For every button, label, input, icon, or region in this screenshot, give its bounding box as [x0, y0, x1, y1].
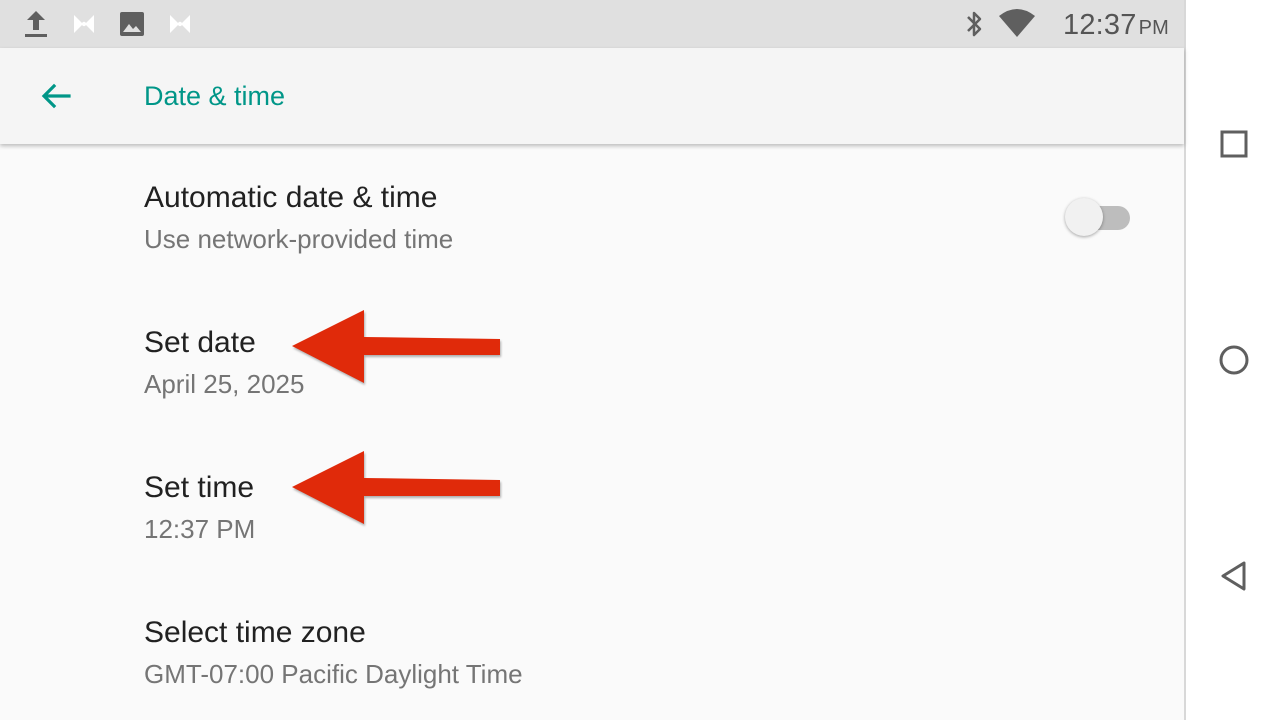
- setting-title: Select time zone: [144, 616, 366, 649]
- setting-title: Set date: [144, 326, 256, 359]
- setting-summary: Use network-provided time: [144, 224, 454, 254]
- wifi-icon: [999, 9, 1035, 37]
- setting-summary: 12:37 PM: [144, 514, 256, 544]
- annotation-arrow-set-date: [292, 310, 500, 383]
- overview-square-icon: [1220, 130, 1248, 158]
- automatic-date-time-switch[interactable]: [1062, 196, 1134, 236]
- setting-title: Automatic date & time: [144, 181, 438, 214]
- android-screen: 12:37 PM Date & time Automatic date & tim…: [0, 0, 1280, 720]
- status-bar: 12:37 PM: [0, 0, 1184, 48]
- navigation-bar: [1184, 0, 1280, 720]
- app-notification-icon: [170, 15, 190, 33]
- annotation-arrow-set-time: [292, 451, 500, 524]
- bluetooth-icon: [967, 11, 982, 37]
- back-triangle-icon: [1221, 561, 1246, 591]
- set-date-setting[interactable]: Set date April 25, 2025: [0, 289, 1184, 434]
- automatic-date-time-setting[interactable]: Automatic date & time Use network-provid…: [0, 144, 1184, 289]
- switch-thumb: [1065, 198, 1103, 236]
- select-time-zone-setting[interactable]: Select time zone GMT-07:00 Pacific Dayli…: [0, 579, 1184, 720]
- app-bar: Date & time: [0, 48, 1184, 144]
- arrow-back-icon: [41, 83, 71, 109]
- upload-icon: [25, 11, 47, 37]
- page-title: Date & time: [144, 81, 286, 111]
- settings-list: Automatic date & time Use network-provid…: [0, 144, 1184, 720]
- status-clock-ampm: PM: [1138, 17, 1169, 39]
- status-clock: 12:37 PM: [1063, 8, 1169, 41]
- image-icon: [120, 12, 144, 36]
- setting-title: Set time: [144, 471, 255, 504]
- home-circle-icon: [1219, 345, 1249, 375]
- overview-button[interactable]: [1202, 112, 1266, 176]
- setting-summary: GMT-07:00 Pacific Daylight Time: [144, 659, 523, 689]
- back-nav-button[interactable]: [1202, 544, 1266, 608]
- app-notification-icon: [74, 15, 94, 33]
- status-clock-time: 12:37: [1063, 9, 1137, 41]
- home-button[interactable]: [1202, 328, 1266, 392]
- back-button[interactable]: [24, 64, 88, 128]
- set-time-setting[interactable]: Set time 12:37 PM: [0, 434, 1184, 579]
- setting-summary: April 25, 2025: [144, 369, 305, 399]
